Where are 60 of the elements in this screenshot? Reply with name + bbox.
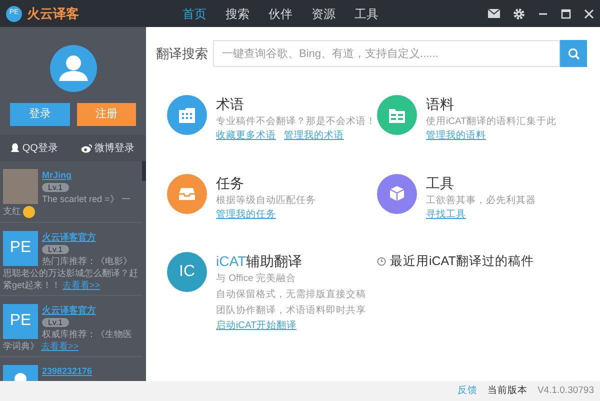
avatar-logo: PE — [3, 230, 38, 266]
feature-title: 工具 — [426, 174, 455, 192]
feature-title: 术语 — [216, 95, 245, 113]
feed-text: The scarlet red =》 一支红 — [3, 193, 132, 218]
folder-list-icon — [388, 107, 406, 123]
see-more-link[interactable]: 去看看>> — [41, 340, 79, 351]
social-login-button[interactable]: QQ登录 — [11, 140, 58, 156]
feature-description: 工欲善其事，必先利其器 — [426, 194, 536, 208]
scrollbar-thumb[interactable] — [142, 161, 146, 181]
icat-feature-text: 与 Office 完美融合 — [216, 272, 297, 286]
start-icat-link[interactable]: 启动iCAT开始翻译 — [216, 318, 366, 333]
icat-feature-text: 自动保留格式，无需排版直接交稿 — [216, 288, 366, 302]
feature-link[interactable]: 管理我的术语 — [284, 129, 344, 144]
feedback-link[interactable]: 反馈 — [457, 384, 478, 398]
maximize-icon[interactable] — [561, 8, 571, 18]
version-label: 当前版本 — [487, 384, 528, 398]
search-icon — [568, 48, 580, 60]
recent-title: 最近用iCAT翻译过的稿件 — [390, 253, 534, 270]
level-badge: Lv.1 — [42, 244, 69, 254]
cube-icon — [389, 185, 405, 202]
avatar-icon — [50, 45, 96, 92]
icat-feature-text: 团队协作翻译，术语语料即时共享 — [216, 304, 366, 318]
avatar-logo: PE — [3, 304, 38, 339]
feature-description: 专业稿件不会翻译？那是不会术语！ — [216, 115, 376, 129]
search-field[interactable]: 一键查询谷歌、Bing、有道，支持自定义...... — [213, 40, 560, 67]
level-badge: Lv.1 — [42, 318, 69, 327]
feature-title: 语料 — [426, 95, 455, 113]
version-number: V4.1.0.30793 — [537, 384, 594, 398]
social-login-button[interactable]: 微博登录 — [80, 140, 135, 156]
feature-link[interactable]: 收藏更多术语 — [216, 129, 276, 144]
clock-icon — [377, 256, 386, 266]
settings-icon[interactable] — [513, 8, 525, 20]
eye-icon — [80, 144, 92, 152]
user-name-link[interactable]: 2398232176 — [3, 364, 139, 377]
search-label: 翻译搜索 — [156, 44, 209, 63]
building-icon — [178, 107, 196, 123]
nav-tab[interactable]: 资源 — [302, 4, 345, 22]
search-button[interactable] — [560, 40, 587, 67]
nav-tab[interactable]: 首页 — [173, 4, 216, 22]
close-icon[interactable] — [584, 8, 594, 18]
feature-link[interactable]: 管理我的语料 — [426, 129, 486, 144]
penguin-icon — [11, 143, 20, 153]
feature-link[interactable]: 管理我的任务 — [216, 208, 276, 222]
user-name-link[interactable]: MrJing — [3, 169, 139, 181]
feature-description: 使用iCAT翻译的语料汇集于此 — [426, 115, 556, 129]
feature-link[interactable]: 寻找工具 — [426, 208, 466, 222]
app-logo-text: 火云译客 — [27, 4, 79, 23]
photo-placeholder — [3, 169, 38, 204]
nav-tab[interactable]: 工具 — [345, 4, 388, 22]
feature-description: 根据等级自动匹配任务 — [216, 194, 316, 208]
level-badge: Lv.1 — [42, 183, 69, 192]
login-button[interactable]: 登录 — [10, 103, 70, 126]
icat-title: iCAT辅助翻译 — [216, 252, 304, 270]
register-button[interactable]: 注册 — [76, 103, 136, 126]
feature-title: 任务 — [216, 174, 245, 192]
see-more-link[interactable]: 去看看>> — [62, 280, 100, 290]
nav-tab[interactable]: 搜索 — [216, 4, 259, 22]
mail-icon[interactable] — [488, 9, 500, 18]
nav-tab[interactable]: 伙伴 — [259, 4, 302, 22]
tray-icon — [178, 186, 196, 200]
